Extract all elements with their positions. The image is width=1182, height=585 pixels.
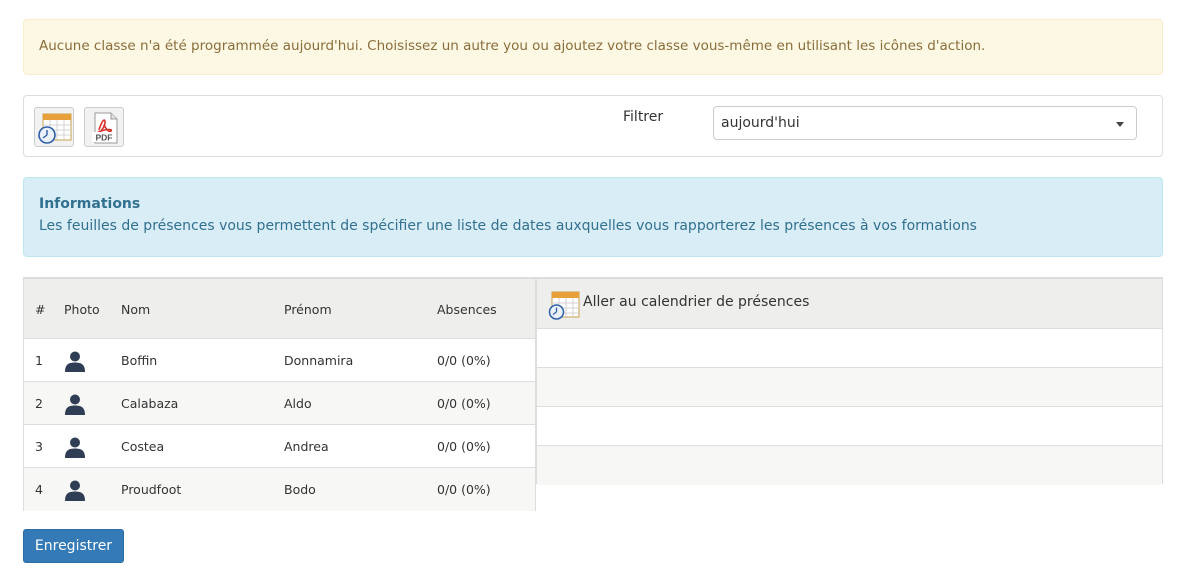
table-row: 3 Costea Andrea 0/0 (0%) xyxy=(24,425,535,468)
row-number: 2 xyxy=(35,396,43,411)
row-number: 1 xyxy=(35,353,43,368)
info-title: Informations xyxy=(39,196,141,212)
students-table-header: # Photo Nom Prénom Absences xyxy=(24,279,535,339)
action-toolbar: PDF Filtrer aujourd'hui xyxy=(23,95,1163,157)
students-table: # Photo Nom Prénom Absences 1 Boffin Don… xyxy=(23,277,536,511)
header-absences: Absences xyxy=(437,302,497,317)
student-nom: Boffin xyxy=(121,353,158,368)
avatar-icon xyxy=(64,436,86,462)
header-photo: Photo xyxy=(64,302,100,317)
student-absences: 0/0 (0%) xyxy=(437,353,491,368)
alert-message: Aucune classe n'a été programmée aujourd… xyxy=(39,38,986,54)
student-nom: Proudfoot xyxy=(121,482,182,497)
calendar-clock-icon[interactable] xyxy=(548,291,580,325)
calendar-row xyxy=(537,329,1162,368)
student-prenom: Andrea xyxy=(284,439,329,454)
row-number: 3 xyxy=(35,439,43,454)
table-row: 1 Boffin Donnamira 0/0 (0%) xyxy=(24,339,535,382)
table-row: 2 Calabaza Aldo 0/0 (0%) xyxy=(24,382,535,425)
calendar-row xyxy=(537,368,1162,407)
student-absences: 0/0 (0%) xyxy=(437,396,491,411)
export-pdf-button[interactable]: PDF xyxy=(84,107,124,147)
student-prenom: Donnamira xyxy=(284,353,354,368)
avatar-icon xyxy=(64,393,86,419)
chevron-down-icon xyxy=(1116,122,1124,127)
student-prenom: Bodo xyxy=(284,482,316,497)
student-absences: 0/0 (0%) xyxy=(437,482,491,497)
header-number: # xyxy=(35,302,46,317)
filter-selected-value: aujourd'hui xyxy=(721,115,800,131)
attendance-calendar-table: Aller au calendrier de présences xyxy=(536,277,1163,485)
student-absences: 0/0 (0%) xyxy=(437,439,491,454)
header-prenom: Prénom xyxy=(284,302,332,317)
info-text: Les feuilles de présences vous permetten… xyxy=(39,218,977,234)
table-row: 4 Proudfoot Bodo 0/0 (0%) xyxy=(24,468,535,511)
calendar-table-header: Aller au calendrier de présences xyxy=(537,279,1162,329)
pdf-icon-text: PDF xyxy=(96,133,113,143)
row-number: 4 xyxy=(35,482,43,497)
student-nom: Costea xyxy=(121,439,165,454)
add-attendance-button[interactable] xyxy=(34,107,74,147)
save-button[interactable]: Enregistrer xyxy=(23,529,124,563)
go-to-calendar-link[interactable]: Aller au calendrier de présences xyxy=(583,294,809,310)
no-class-alert: Aucune classe n'a été programmée aujourd… xyxy=(23,19,1163,75)
student-nom: Calabaza xyxy=(121,396,179,411)
student-prenom: Aldo xyxy=(284,396,312,411)
avatar-icon xyxy=(64,350,86,376)
filter-select[interactable]: aujourd'hui xyxy=(713,106,1137,140)
filter-label: Filtrer xyxy=(623,109,664,125)
info-panel: Informations Les feuilles de présences v… xyxy=(23,177,1163,257)
avatar-icon xyxy=(64,479,86,505)
calendar-row xyxy=(537,446,1162,485)
calendar-row xyxy=(537,407,1162,446)
header-nom: Nom xyxy=(121,302,151,317)
